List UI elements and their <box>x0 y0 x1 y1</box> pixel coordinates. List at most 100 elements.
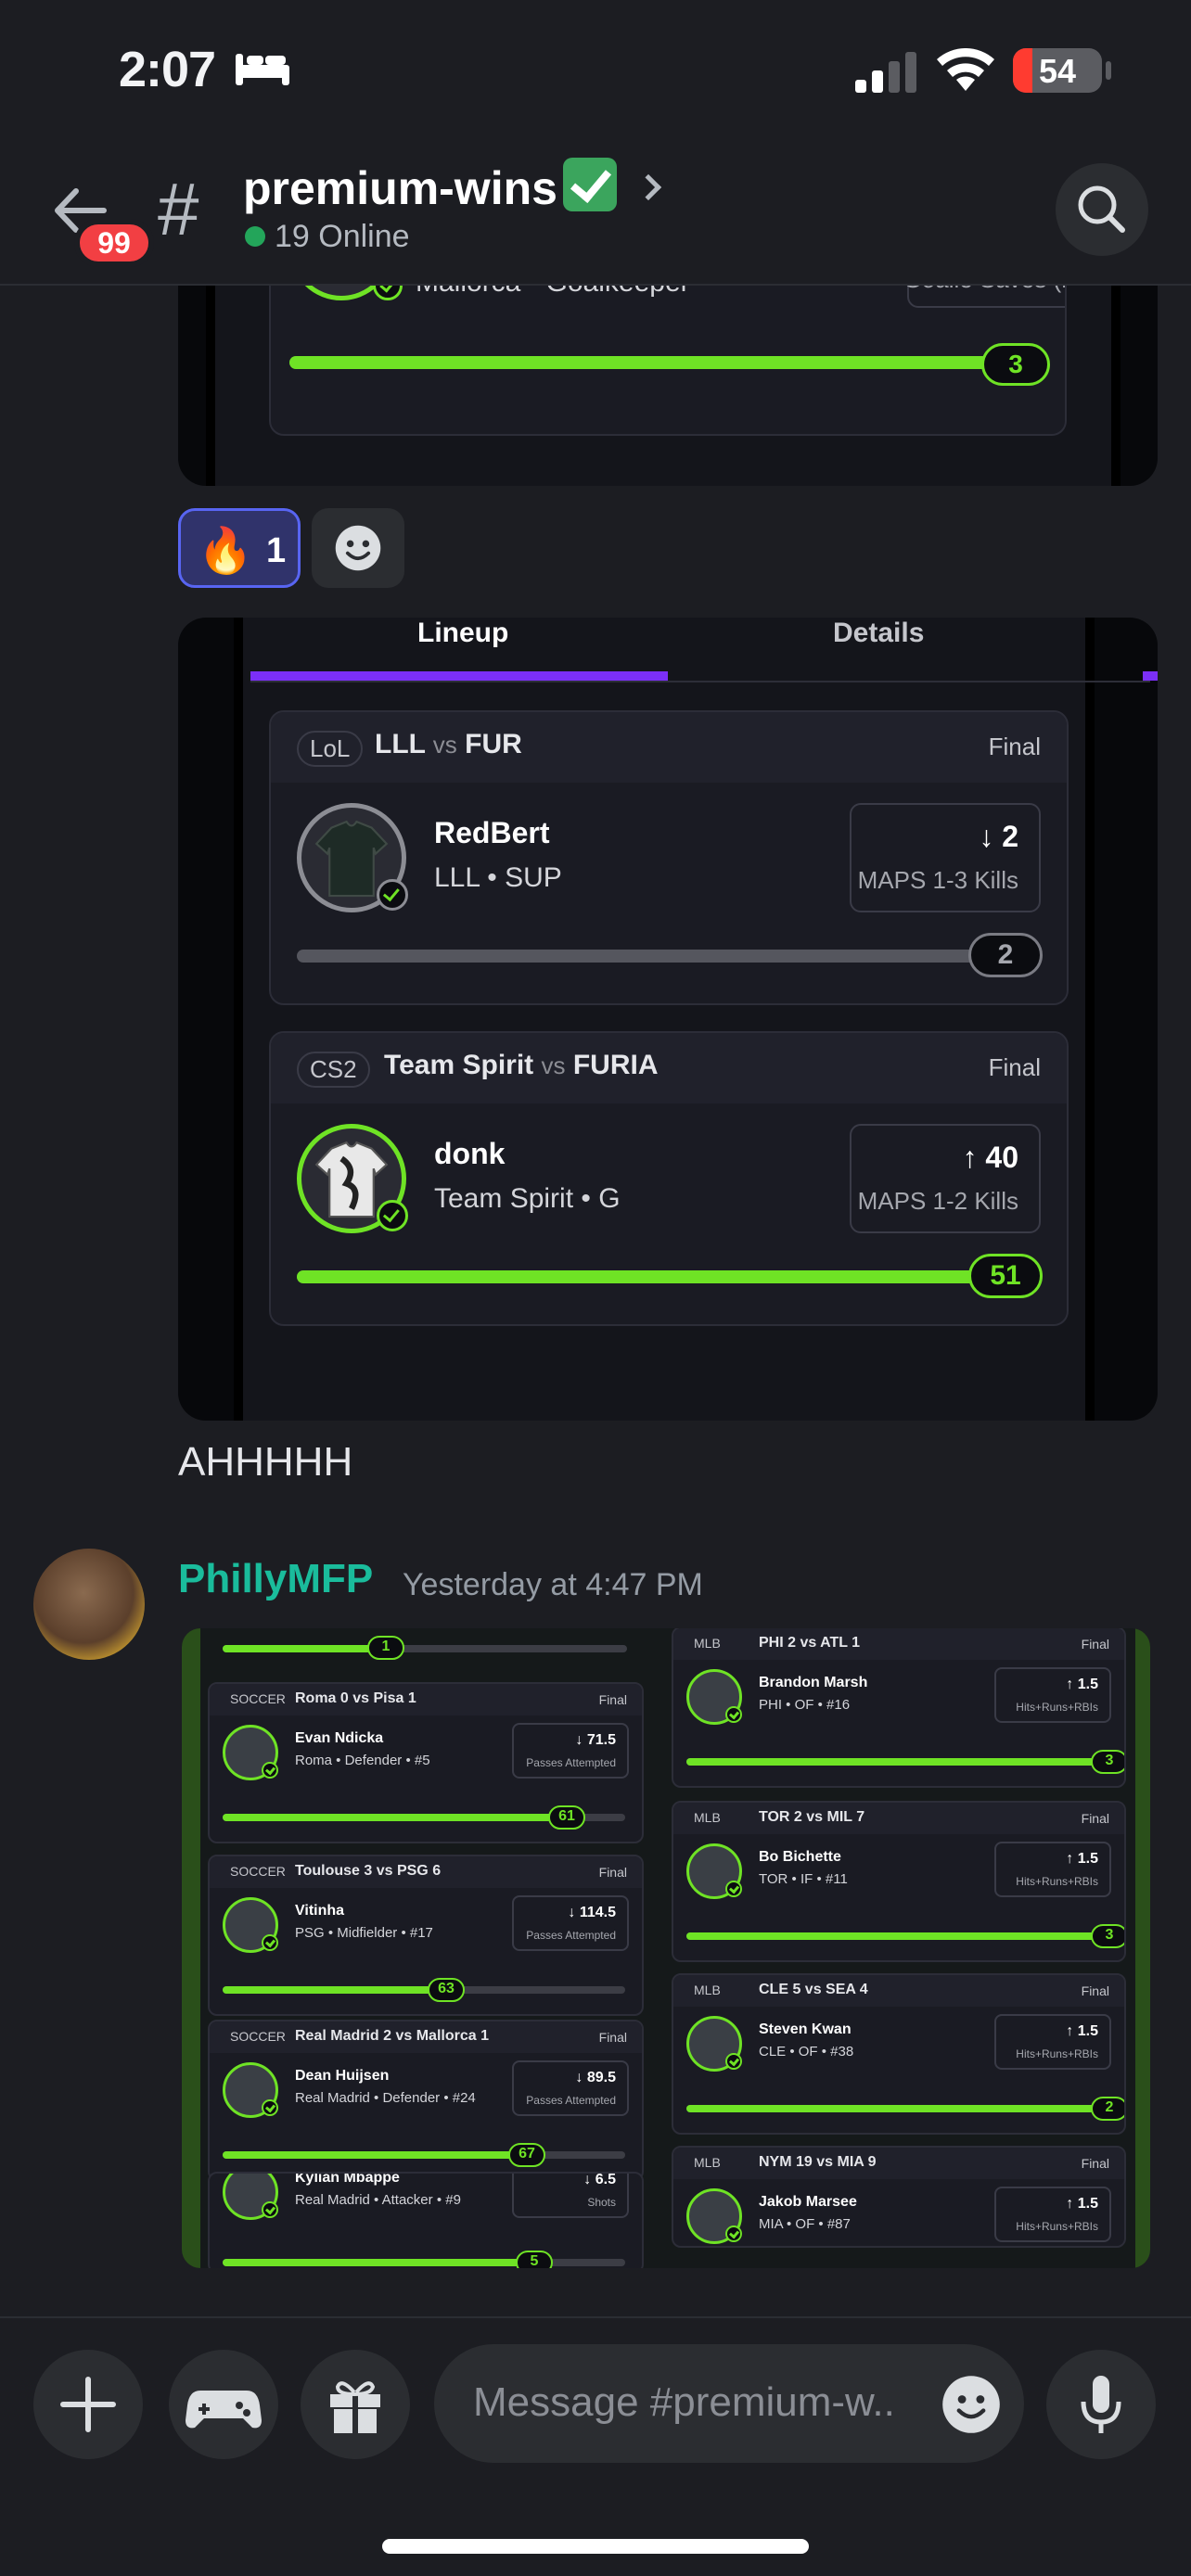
add-reaction-button[interactable] <box>312 508 404 588</box>
unread-badge: 99 <box>74 219 154 267</box>
player-subtitle: MIA • OF • #87 <box>759 2216 851 2232</box>
game-tag: MLB <box>694 1636 721 1651</box>
gift-icon <box>330 2381 380 2433</box>
result-value: 3 <box>1091 1924 1124 1948</box>
progress-fill <box>686 1932 1108 1940</box>
team-b: FURIA <box>572 1050 659 1080</box>
picks-image-embed[interactable]: 1 SOCCER Roma 0 vs Pisa 1 Final Evan Ndi… <box>182 1628 1150 2268</box>
pick-card: Mallorca • Goalkeeper Goalie Saves (1H) … <box>269 269 1067 436</box>
verified-check-icon <box>725 2053 742 2070</box>
smiley-icon <box>335 525 381 571</box>
message-composer: Message #premium-w.. <box>0 2316 1191 2576</box>
pick-card: Kylian Mbappé Real Madrid • Attacker • #… <box>208 2172 644 2268</box>
player-subtitle: Real Madrid • Defender • #24 <box>295 2090 476 2106</box>
status-time: 2:07 <box>119 42 216 97</box>
line-number: 6.5 <box>595 2172 616 2187</box>
line-value: ↑ 1.5 <box>1066 2023 1098 2039</box>
channel-hash-icon: # <box>158 168 199 250</box>
stat-label: Hits+Runs+RBIs <box>1016 1875 1098 1888</box>
channel-header: 99 # premium-wins 19 Online <box>0 139 1191 286</box>
stat-label: Passes Attempted <box>526 1756 616 1769</box>
progress-fill <box>223 1645 385 1652</box>
apps-button[interactable] <box>169 2350 278 2459</box>
message-text: AHHHHH <box>178 1439 353 1485</box>
status-icon <box>377 879 408 911</box>
matchup: Team Spirit vs FURIA <box>384 1050 659 1081</box>
game-status: Final <box>598 1692 627 1707</box>
search-button[interactable] <box>1056 163 1148 256</box>
emoji-icon[interactable] <box>941 2374 1002 2435</box>
tab-divider <box>250 681 1150 682</box>
progress-fill <box>223 2151 525 2159</box>
channel-title[interactable]: premium-wins <box>243 158 662 215</box>
player-subtitle: Team Spirit • G <box>434 1183 621 1214</box>
image-embed-top[interactable]: Mallorca • Goalkeeper Goalie Saves (1H) … <box>178 269 1158 486</box>
add-attachment-button[interactable] <box>33 2350 143 2459</box>
team-a: Team Spirit <box>384 1050 534 1080</box>
game-tag: SOCCER <box>230 1864 286 1879</box>
progress-bar <box>223 1645 627 1652</box>
result-value: 2 <box>1091 2097 1124 2121</box>
online-label: 19 Online <box>275 219 410 254</box>
vs-label: vs <box>432 731 457 759</box>
matchup: LLL vs FUR <box>375 729 522 760</box>
stat-box: ↓ 89.5 Passes Attempted <box>512 2060 629 2116</box>
player-subtitle: PSG • Midfielder • #17 <box>295 1925 433 1941</box>
pick-card: SOCCER Roma 0 vs Pisa 1 Final Evan Ndick… <box>208 1682 644 1843</box>
stat-box: ↓ 114.5 Passes Attempted <box>512 1895 629 1951</box>
player-name: Kylian Mbappé <box>295 2172 400 2186</box>
gift-button[interactable] <box>301 2350 410 2459</box>
pick-card: SOCCER Toulouse 3 vs PSG 6 Final Vitinha… <box>208 1855 644 2016</box>
game-tag: CS2 <box>297 1052 370 1088</box>
cellular-signal-icon <box>855 52 916 93</box>
pick-card: MLB PHI 2 vs ATL 1 Final Brandon Marsh P… <box>672 1628 1126 1788</box>
author-avatar[interactable] <box>33 1549 145 1660</box>
verified-check-icon <box>725 1881 742 1897</box>
author-name[interactable]: PhillyMFP <box>178 1556 373 1602</box>
game-tag: MLB <box>694 2155 721 2170</box>
game-matchup: PHI 2 vs ATL 1 <box>759 1635 861 1651</box>
result-value: 2 <box>968 933 1043 977</box>
home-indicator[interactable] <box>382 2539 809 2554</box>
wifi-icon <box>937 48 994 91</box>
player-subtitle: CLE • OF • #38 <box>759 2044 854 2060</box>
progress-bar <box>686 1932 1108 1940</box>
game-matchup: CLE 5 vs SEA 4 <box>759 1982 868 1997</box>
voice-message-button[interactable] <box>1046 2350 1156 2459</box>
player-name: Bo Bichette <box>759 1849 841 1865</box>
result-value: 3 <box>1091 1750 1124 1774</box>
tab-details[interactable]: Details <box>833 618 924 649</box>
player-name: Vitinha <box>295 1903 345 1919</box>
progress-bar <box>223 1986 625 1994</box>
progress-fill <box>223 1814 565 1821</box>
game-status: Final <box>598 2030 627 2045</box>
reaction-fire[interactable]: 🔥 1 <box>178 508 301 588</box>
online-dot-icon <box>245 226 265 247</box>
channel-name: premium-wins <box>243 162 557 214</box>
result-value: 61 <box>548 1805 585 1830</box>
message-input[interactable]: Message #premium-w.. <box>434 2344 1024 2463</box>
game-status: Final <box>988 1053 1041 1081</box>
line-value: ↓ 71.5 <box>575 1732 616 1748</box>
player-name: Steven Kwan <box>759 2021 852 2037</box>
team-a: LLL <box>375 729 426 759</box>
status-bar: 2:07 54 <box>0 0 1191 139</box>
stat-label: MAPS 1-3 Kills <box>857 866 1018 894</box>
verified-check-icon <box>262 1934 278 1951</box>
tab-lineup[interactable]: Lineup <box>417 618 508 649</box>
player-subtitle: LLL • SUP <box>434 862 562 893</box>
pick-card: MLB CLE 5 vs SEA 4 Final Steven Kwan CLE… <box>672 1973 1126 2135</box>
lineup-image-embed[interactable]: Lineup Details LoL LLL vs FUR Final RedB… <box>178 618 1158 1421</box>
stat-box: ↓ 2 MAPS 1-3 Kills <box>850 803 1041 912</box>
check-mark-icon <box>562 158 617 211</box>
game-tag: SOCCER <box>230 1691 286 1706</box>
stat-box: ↑ 1.5 Hits+Runs+RBIs <box>994 2187 1111 2242</box>
progress-bar <box>289 356 994 369</box>
game-matchup: Real Madrid 2 vs Mallorca 1 <box>295 2028 489 2044</box>
stat-label: Passes Attempted <box>526 2094 616 2107</box>
player-subtitle: PHI • OF • #16 <box>759 1697 851 1713</box>
line-number: 1.5 <box>1077 2196 1098 2212</box>
vs-label: vs <box>541 1052 566 1079</box>
tab-active-indicator <box>250 671 668 681</box>
verified-check-icon <box>262 1762 278 1779</box>
